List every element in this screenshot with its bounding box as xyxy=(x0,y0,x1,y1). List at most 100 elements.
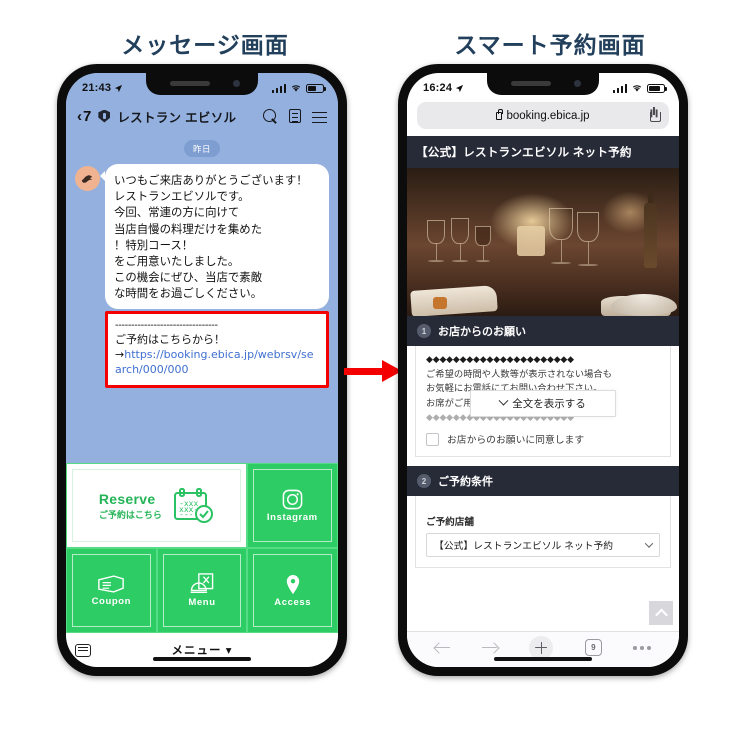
signal-icon xyxy=(271,83,286,93)
section-title-1: お店からのお願い xyxy=(438,326,526,338)
phone-left-frame: 21:43 ‹ 7 レストラン エビソル 昨日 いつもご来店ありがとうございます… xyxy=(57,64,347,676)
scroll-to-top-button[interactable] xyxy=(649,601,673,625)
store-select[interactable]: 【公式】レストランエビソル ネット予約 xyxy=(426,533,660,557)
address-bar[interactable]: booking.ebica.jp xyxy=(417,102,669,129)
bird-logo-icon xyxy=(81,175,93,183)
reservation-url-link[interactable]: https://booking.ebica.jp/webrsv/search/0… xyxy=(115,348,314,376)
rich-menu-reserve[interactable]: Reserve ご予約はこちら -xxx xxx- --- xyxy=(66,463,247,548)
chat-title: レストラン エビソル xyxy=(117,110,237,125)
status-time-right: 16:24 xyxy=(423,82,464,94)
note-icon[interactable] xyxy=(289,109,301,123)
page-root: メッセージ画面 スマート予約画面 21:43 ‹ 7 レストラン エビソル 昨日… xyxy=(0,0,750,750)
message-bubble: いつもご来店ありがとうございます！ レストランエビソルです。 今回、常連の方に向… xyxy=(105,164,329,309)
rich-menu-menu[interactable]: Menu xyxy=(156,548,248,633)
reservation-link-box[interactable]: -------------------------------- ご予約はこちら… xyxy=(105,310,338,388)
share-icon[interactable] xyxy=(649,107,661,122)
home-indicator-right xyxy=(494,657,592,661)
phone-right-screen: 16:24 booking.ebica.jp 【公式】レストランエビソル ネット… xyxy=(407,73,679,667)
rich-menu: Reserve ご予約はこちら -xxx xxx- --- Instagram … xyxy=(66,463,338,633)
menu-label: Menu xyxy=(188,597,216,608)
store-field-label: ご予約店舗 xyxy=(426,517,474,528)
message-timestamp: 19:46 xyxy=(337,372,338,383)
notch-left xyxy=(146,73,258,95)
location-arrow-icon xyxy=(115,84,123,92)
url-text: booking.ebica.jp xyxy=(506,109,590,122)
coupon-label: Coupon xyxy=(91,596,132,607)
instagram-label: Instagram xyxy=(266,511,318,523)
chat-bottom-bar: メニュー ▾ xyxy=(66,633,338,667)
back-button[interactable]: ‹ 7 xyxy=(77,108,91,125)
location-pin-icon xyxy=(286,574,299,594)
notch-right xyxy=(487,73,599,95)
expand-label: 全文を表示する xyxy=(512,398,586,410)
section-header-2: 2 ご予約条件 xyxy=(407,466,679,496)
address-bar-wrap: booking.ebica.jp xyxy=(407,99,679,136)
cta-label: ご予約はこちらから！ xyxy=(115,333,225,346)
rich-menu-instagram[interactable]: Instagram xyxy=(246,463,338,548)
section-number-1: 1 xyxy=(417,324,431,338)
line-chat-app: 21:43 ‹ 7 レストラン エビソル 昨日 いつもご来店ありがとうございます… xyxy=(66,73,338,667)
day-divider: 昨日 xyxy=(184,140,220,157)
menu-dish-icon xyxy=(190,573,213,593)
agreement-label: お店からのお願いに同意します xyxy=(447,435,585,446)
forward-arrow-icon[interactable] xyxy=(482,641,498,654)
plus-icon[interactable] xyxy=(529,635,554,660)
avatar[interactable] xyxy=(75,166,100,191)
chevron-down-icon xyxy=(498,395,509,406)
svg-text:---: --- xyxy=(179,510,193,519)
caption-left: メッセージ画面 xyxy=(121,32,289,58)
wifi-icon xyxy=(632,85,642,92)
web-page: 【公式】レストランエビソル ネット予約 1 お店からのお願い ◆◆◆◆◆◆◆◆◆… xyxy=(407,136,679,631)
section-1-card: ◆◆◆◆◆◆◆◆◆◆◆◆◆◆◆◆◆◆◆◆◆◆ ご希望の時間や人数等が表示されない… xyxy=(415,346,671,457)
home-indicator-left xyxy=(153,657,251,661)
menu-toggle-label[interactable]: メニュー ▾ xyxy=(75,642,329,658)
diamond-divider-top: ◆◆◆◆◆◆◆◆◆◆◆◆◆◆◆◆◆◆◆◆◆◆ xyxy=(426,355,574,364)
battery-icon xyxy=(647,83,667,93)
chat-body: 昨日 いつもご来店ありがとうございます！ レストランエビソルです。 今回、常連の… xyxy=(66,133,338,667)
rich-menu-row-1: Reserve ご予約はこちら -xxx xxx- --- Instagram xyxy=(66,463,338,548)
phone-left-screen: 21:43 ‹ 7 レストラン エビソル 昨日 いつもご来店ありがとうございます… xyxy=(66,73,338,667)
rich-menu-coupon[interactable]: Coupon xyxy=(66,548,157,633)
section-number-2: 2 xyxy=(417,474,431,488)
agreement-row[interactable]: お店からのお願いに同意します xyxy=(426,432,660,446)
flow-arrow xyxy=(344,360,402,382)
battery-icon xyxy=(306,83,326,93)
keyboard-icon[interactable] xyxy=(75,643,91,657)
rich-menu-row-2: Coupon Menu Access xyxy=(66,548,338,633)
coupon-ticket-icon xyxy=(98,575,125,593)
expand-full-text-button[interactable]: 全文を表示する xyxy=(470,390,616,417)
caption-right: スマート予約画面 xyxy=(454,32,646,58)
section-header-1: 1 お店からのお願い xyxy=(407,316,679,346)
status-time-left: 21:43 xyxy=(82,82,123,94)
reserve-text: Reserve ご予約はこちら xyxy=(99,491,162,521)
wifi-icon xyxy=(291,85,301,92)
store-select-value: 【公式】レストランエビソル ネット予約 xyxy=(434,541,614,552)
verified-shield-icon xyxy=(98,109,111,123)
safari-browser: 16:24 booking.ebica.jp 【公式】レストランエビソル ネット… xyxy=(407,73,679,667)
section-title-2: ご予約条件 xyxy=(438,476,493,488)
more-dots-icon[interactable] xyxy=(633,645,652,650)
signal-icon xyxy=(612,83,627,93)
section-2-card: ご予約店舗 【公式】レストランエビソル ネット予約 xyxy=(415,496,671,568)
instagram-icon xyxy=(282,489,303,509)
status-icons-right xyxy=(612,83,667,93)
hero-image xyxy=(407,168,679,316)
safari-toolbar: 9 xyxy=(407,631,679,667)
tab-count-button[interactable]: 9 xyxy=(584,639,602,656)
reserve-content: Reserve ご予約はこちら -xxx xxx- --- xyxy=(99,487,214,524)
reserve-label-jp: ご予約はこちら xyxy=(98,509,162,520)
chevron-down-icon xyxy=(644,539,654,548)
chat-nav-bar: ‹ 7 レストラン エビソル xyxy=(66,99,338,133)
rich-menu-access[interactable]: Access xyxy=(247,548,338,633)
site-header: 【公式】レストランエビソル ネット予約 xyxy=(407,136,679,168)
agreement-checkbox[interactable] xyxy=(426,432,439,446)
back-arrow-icon[interactable] xyxy=(434,641,451,654)
hamburger-icon[interactable] xyxy=(312,109,327,124)
message-row: いつもご来店ありがとうございます！ レストランエビソルです。 今回、常連の方に向… xyxy=(75,164,338,388)
search-icon[interactable] xyxy=(263,108,278,124)
url-prefix: → xyxy=(115,347,125,361)
reserve-label-en: Reserve xyxy=(98,490,156,507)
phone-right-frame: 16:24 booking.ebica.jp 【公式】レストランエビソル ネット… xyxy=(398,64,688,676)
message-bubble-wrap: いつもご来店ありがとうございます！ レストランエビソルです。 今回、常連の方に向… xyxy=(105,164,338,388)
dash-separator: -------------------------------- xyxy=(115,319,218,331)
